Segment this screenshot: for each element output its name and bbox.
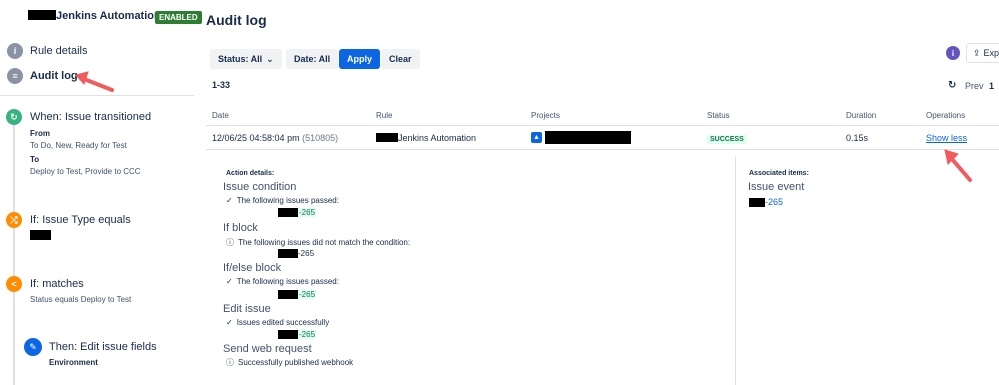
info-icon: ⓘ — [226, 358, 234, 367]
when-to-value: Deploy to Test, Provide to CCC — [30, 167, 141, 176]
project-avatar-icon: ▲ — [531, 132, 542, 143]
associated-items-label: Associated items: — [749, 170, 809, 177]
web-request-title: Send web request — [223, 343, 312, 355]
condition-icon: ⤮ — [6, 212, 22, 228]
column-header-operations: Operations — [926, 111, 966, 120]
edit-pencil-icon: ✎ — [24, 338, 42, 356]
redacted-block — [545, 131, 631, 144]
web-request-line: ⓘ Successfully published webhook — [226, 358, 354, 367]
flow-line — [13, 118, 15, 385]
issue-key-link[interactable]: -265 — [278, 290, 317, 299]
then-subtitle: Environment — [49, 358, 98, 367]
when-to-label: To — [30, 155, 40, 164]
redacted-block — [376, 133, 398, 142]
show-less-link[interactable]: Show less — [926, 133, 967, 143]
condition-icon: < — [6, 276, 22, 292]
export-button[interactable]: ⇪ Exp — [966, 43, 999, 63]
apply-button[interactable]: Apply — [339, 49, 381, 69]
annotation-arrow — [75, 71, 114, 92]
issue-condition-title: Issue condition — [223, 181, 297, 193]
column-header-projects: Projects — [531, 111, 560, 120]
date-filter-button[interactable]: Date: All — [286, 49, 339, 69]
action-details-label: Action details: — [226, 170, 275, 177]
when-from-value: To Do, New, Ready for Test — [30, 141, 127, 150]
trigger-icon: ↻ — [6, 109, 22, 125]
issue-condition-line: ✓ The following issues passed: — [226, 196, 339, 205]
nav-audit-log[interactable]: Audit log — [30, 70, 78, 82]
issue-key-link[interactable]: -265 — [278, 249, 314, 258]
when-from-label: From — [30, 129, 50, 138]
row-divider — [206, 149, 999, 150]
component-when-title[interactable]: When: Issue transitioned — [30, 111, 151, 123]
row-date: 12/06/25 04:58:04 pm (510805) — [212, 133, 339, 143]
if-block-line: ⓘ The following issues did not match the … — [226, 238, 411, 247]
refresh-icon[interactable]: ↻ — [948, 80, 956, 91]
nav-rule-details[interactable]: Rule details — [30, 45, 87, 57]
page-title: Audit log — [206, 12, 267, 28]
issue-event-title: Issue event — [748, 181, 805, 193]
header-divider — [206, 125, 999, 126]
issue-key-link[interactable]: -265 — [278, 330, 317, 339]
column-header-status: Status — [707, 111, 730, 120]
prev-page-link[interactable]: Prev — [965, 81, 984, 91]
column-header-date: Date — [212, 111, 229, 120]
upload-icon: ⇪ — [973, 47, 981, 58]
redacted-block — [30, 230, 51, 240]
row-rule: Jenkins Automation — [376, 133, 476, 143]
column-header-rule: Rule — [376, 111, 393, 120]
status-badge: SUCCESS — [707, 135, 747, 144]
status-filter-dropdown[interactable]: Status: All ⌄ — [210, 49, 282, 69]
if2-subtitle: Status equals Deploy to Test — [30, 295, 132, 304]
component-if1-title[interactable]: If: Issue Type equals — [30, 214, 131, 226]
ifelse-block-line: ✓ The following issues passed: — [226, 277, 339, 286]
details-divider — [735, 156, 736, 385]
clear-button[interactable]: Clear — [381, 49, 420, 69]
status-badge: ENABLED — [155, 11, 202, 24]
chevron-down-icon: ⌄ — [266, 53, 274, 64]
checkmark-icon: ✓ — [226, 277, 233, 286]
column-header-duration: Duration — [846, 111, 877, 120]
page-number[interactable]: 1 — [989, 81, 994, 91]
annotation-arrow — [944, 149, 972, 182]
document-icon: ≡ — [7, 68, 23, 84]
issue-key-link[interactable]: -265 — [278, 208, 317, 217]
info-icon: ⓘ — [226, 238, 234, 247]
row-duration: 0.15s — [846, 133, 869, 143]
if-block-title: If block — [223, 222, 258, 234]
component-if2-title[interactable]: If: matches — [30, 278, 84, 290]
edit-issue-line: ✓ Issues edited successfully — [226, 318, 330, 327]
associated-issue-link[interactable]: -265 — [749, 197, 783, 207]
rule-name: Jenkins Automation — [28, 10, 161, 22]
ifelse-block-title: If/else block — [223, 262, 282, 274]
checkmark-icon: ✓ — [226, 196, 233, 205]
checkmark-icon: ✓ — [226, 318, 233, 327]
redacted-block — [28, 10, 56, 20]
edit-issue-title: Edit issue — [223, 303, 271, 315]
component-then-title[interactable]: Then: Edit issue fields — [49, 341, 157, 353]
result-range: 1-33 — [212, 80, 231, 90]
info-icon: i — [7, 43, 23, 59]
info-icon[interactable]: i — [946, 46, 960, 60]
